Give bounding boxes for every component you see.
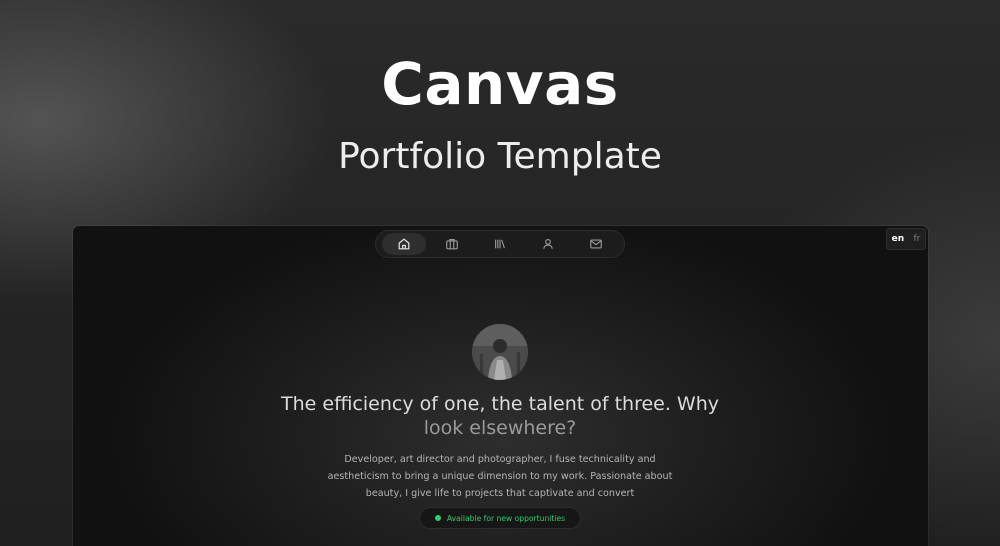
profile-headline: The efficiency of one, the talent of thr… [200,392,800,440]
main-nav [375,230,625,258]
nav-item-library[interactable] [478,233,522,255]
availability-badge: Available for new opportunities [419,507,581,529]
library-icon [495,239,505,249]
promo-banner: Canvas Portfolio Template en fr The effi… [0,0,1000,546]
nav-item-home[interactable] [382,233,426,255]
nav-item-about[interactable] [526,233,570,255]
lang-option-en[interactable]: en [892,234,905,244]
mail-icon [590,239,602,249]
nav-item-contact[interactable] [574,233,618,255]
status-dot-icon [434,515,441,521]
user-icon [543,238,553,249]
hero-subtitle: Portfolio Template [338,136,662,177]
hero-title: Canvas [381,50,619,118]
profile-description: Developer, art director and photographer… [327,454,673,499]
portrait-image [472,324,528,380]
nav-item-work[interactable] [430,233,474,255]
home-icon [398,238,410,250]
availability-text: Available for new opportunities [446,513,566,523]
briefcase-icon [446,239,458,250]
language-switcher: en fr [886,228,926,250]
lang-option-fr[interactable]: fr [913,234,920,244]
avatar [472,324,528,380]
headline-main: The efficiency of one, the talent of thr… [281,393,719,415]
headline-accent: look elsewhere? [423,417,577,439]
portfolio-preview-window: en fr The efficiency of one, the talent … [73,226,928,546]
